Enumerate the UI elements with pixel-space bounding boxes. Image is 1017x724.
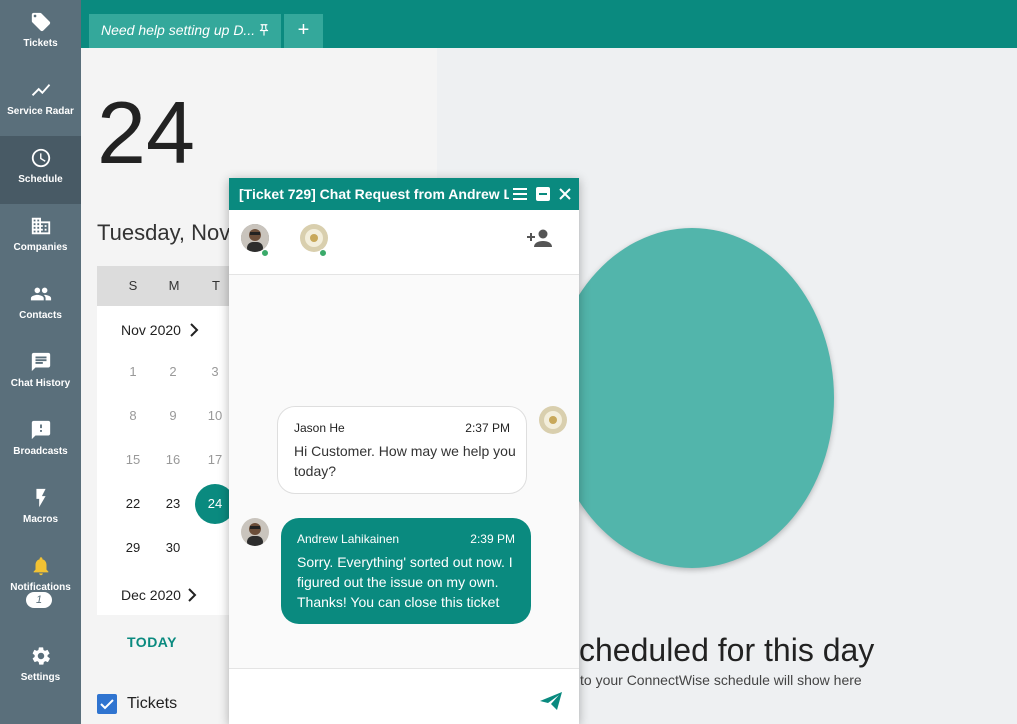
calendar-day[interactable]: 2 xyxy=(153,352,193,392)
message-text: Sorry. Everything' sorted out now. I fig… xyxy=(297,554,513,610)
calendar-day[interactable]: 22 xyxy=(113,484,153,524)
calendar-day[interactable]: 16 xyxy=(153,440,193,480)
top-bar: Need help setting up D... + xyxy=(81,0,1017,48)
sidebar-item-macros[interactable]: Macros xyxy=(0,476,81,544)
calendar-day[interactable]: 15 xyxy=(113,440,153,480)
message-sender: Jason He xyxy=(294,421,345,435)
trend-icon xyxy=(31,84,50,96)
sidebar-item-label: Schedule xyxy=(18,174,63,185)
sidebar-item-label: Macros xyxy=(22,514,58,525)
avatar-agent[interactable] xyxy=(241,224,269,252)
calendar-day[interactable]: 1 xyxy=(113,352,153,392)
notification-count-badge: 1 xyxy=(26,592,52,608)
checkmark-icon xyxy=(100,699,114,710)
weekday-label: T xyxy=(212,278,220,293)
chat-header[interactable]: [Ticket 729] Chat Request from Andrew L.… xyxy=(229,178,579,210)
tickets-filter[interactable]: Tickets xyxy=(97,694,177,714)
sidebar-item-notifications[interactable]: Notifications 1 xyxy=(0,544,81,634)
sidebar-item-chat-history[interactable]: Chat History xyxy=(0,340,81,408)
broadcast-icon xyxy=(31,420,50,440)
pin-icon[interactable] xyxy=(257,22,271,38)
chat-window: [Ticket 729] Chat Request from Andrew L.… xyxy=(229,178,579,724)
calendar-day[interactable]: 30 xyxy=(153,528,193,568)
chevron-right-icon[interactable] xyxy=(187,588,197,602)
send-icon[interactable] xyxy=(539,691,563,711)
message-time: 2:37 PM xyxy=(465,421,510,435)
sidebar-item-broadcasts[interactable]: Broadcasts xyxy=(0,408,81,476)
today-button[interactable]: TODAY xyxy=(127,634,177,650)
sidebar-item-label: Chat History xyxy=(10,378,71,389)
tag-icon xyxy=(31,12,50,32)
empty-state-title: scheduled for this day xyxy=(563,632,875,668)
tickets-label: Tickets xyxy=(127,695,178,712)
sidebar-item-service-radar[interactable]: Service Radar xyxy=(0,68,81,136)
message-bubble-outgoing: Andrew Lahikainen 2:39 PM Sorry. Everyth… xyxy=(281,518,531,624)
tab-label: Need help setting up D... xyxy=(101,22,256,38)
empty-state-illustration xyxy=(550,228,834,568)
tab-chat-request[interactable]: Need help setting up D... xyxy=(89,14,281,48)
sidebar-item-companies[interactable]: Companies xyxy=(0,204,81,272)
sidebar-item-label: Settings xyxy=(20,672,61,683)
person-photo-icon xyxy=(241,224,269,252)
flower-photo-icon xyxy=(539,406,567,434)
building-icon xyxy=(31,217,50,235)
sidebar-item-label: Companies xyxy=(13,242,68,253)
online-status-dot xyxy=(319,249,327,257)
add-tab-button[interactable]: + xyxy=(284,14,323,48)
weekday-label: M xyxy=(168,278,180,293)
tickets-checkbox[interactable] xyxy=(97,694,117,714)
sidebar-item-label: Tickets xyxy=(23,38,58,49)
calendar-day[interactable]: 9 xyxy=(153,396,193,436)
avatar-customer xyxy=(539,406,567,434)
full-date: Tuesday, Nov xyxy=(97,220,231,245)
sidebar-item-schedule[interactable]: Schedule xyxy=(0,136,81,204)
calendar-day[interactable]: 29 xyxy=(113,528,153,568)
sidebar-item-tickets[interactable]: Tickets xyxy=(0,0,81,68)
chat-input-area[interactable] xyxy=(229,668,579,724)
chat-icon xyxy=(31,352,50,372)
message-text: Hi Customer. How may we help you today? xyxy=(294,443,516,479)
chat-participants xyxy=(229,210,579,275)
empty-state-subtitle: to your ConnectWise schedule will show h… xyxy=(580,672,862,688)
sidebar-item-label: Broadcasts xyxy=(13,446,68,457)
calendar-day[interactable]: 8 xyxy=(113,396,153,436)
add-person-icon[interactable] xyxy=(527,227,553,249)
sidebar: Tickets Service Radar Schedule Companies… xyxy=(0,0,81,724)
weekday-label: S xyxy=(128,278,138,293)
gear-icon xyxy=(32,647,50,665)
people-icon xyxy=(30,287,51,301)
chat-title: [Ticket 729] Chat Request from Andrew L.… xyxy=(239,186,509,202)
menu-icon[interactable] xyxy=(512,186,528,202)
chevron-right-icon[interactable] xyxy=(189,323,199,337)
avatar-agent xyxy=(241,518,269,546)
message-bubble-incoming: Jason He 2:37 PM Hi Customer. How may we… xyxy=(277,406,527,494)
minimize-icon[interactable] xyxy=(535,186,551,202)
flower-photo-icon xyxy=(300,224,328,252)
message-time: 2:39 PM xyxy=(470,532,515,546)
calendar-day[interactable]: 23 xyxy=(153,484,193,524)
month-label-dec[interactable]: Dec 2020 xyxy=(121,587,181,603)
bell-icon xyxy=(33,557,48,576)
sidebar-item-label: Service Radar xyxy=(7,106,74,117)
bolt-icon xyxy=(35,488,46,508)
day-number: 24 xyxy=(97,83,195,182)
clock-icon xyxy=(31,148,50,168)
person-photo-icon xyxy=(241,518,269,546)
online-status-dot xyxy=(261,249,269,257)
month-label-nov[interactable]: Nov 2020 xyxy=(121,322,181,338)
avatar-customer[interactable] xyxy=(300,224,328,252)
sidebar-item-settings[interactable]: Settings xyxy=(0,634,81,702)
message-sender: Andrew Lahikainen xyxy=(297,532,400,546)
sidebar-item-contacts[interactable]: Contacts xyxy=(0,272,81,340)
close-icon[interactable] xyxy=(557,186,573,202)
sidebar-item-label: Contacts xyxy=(19,310,62,321)
